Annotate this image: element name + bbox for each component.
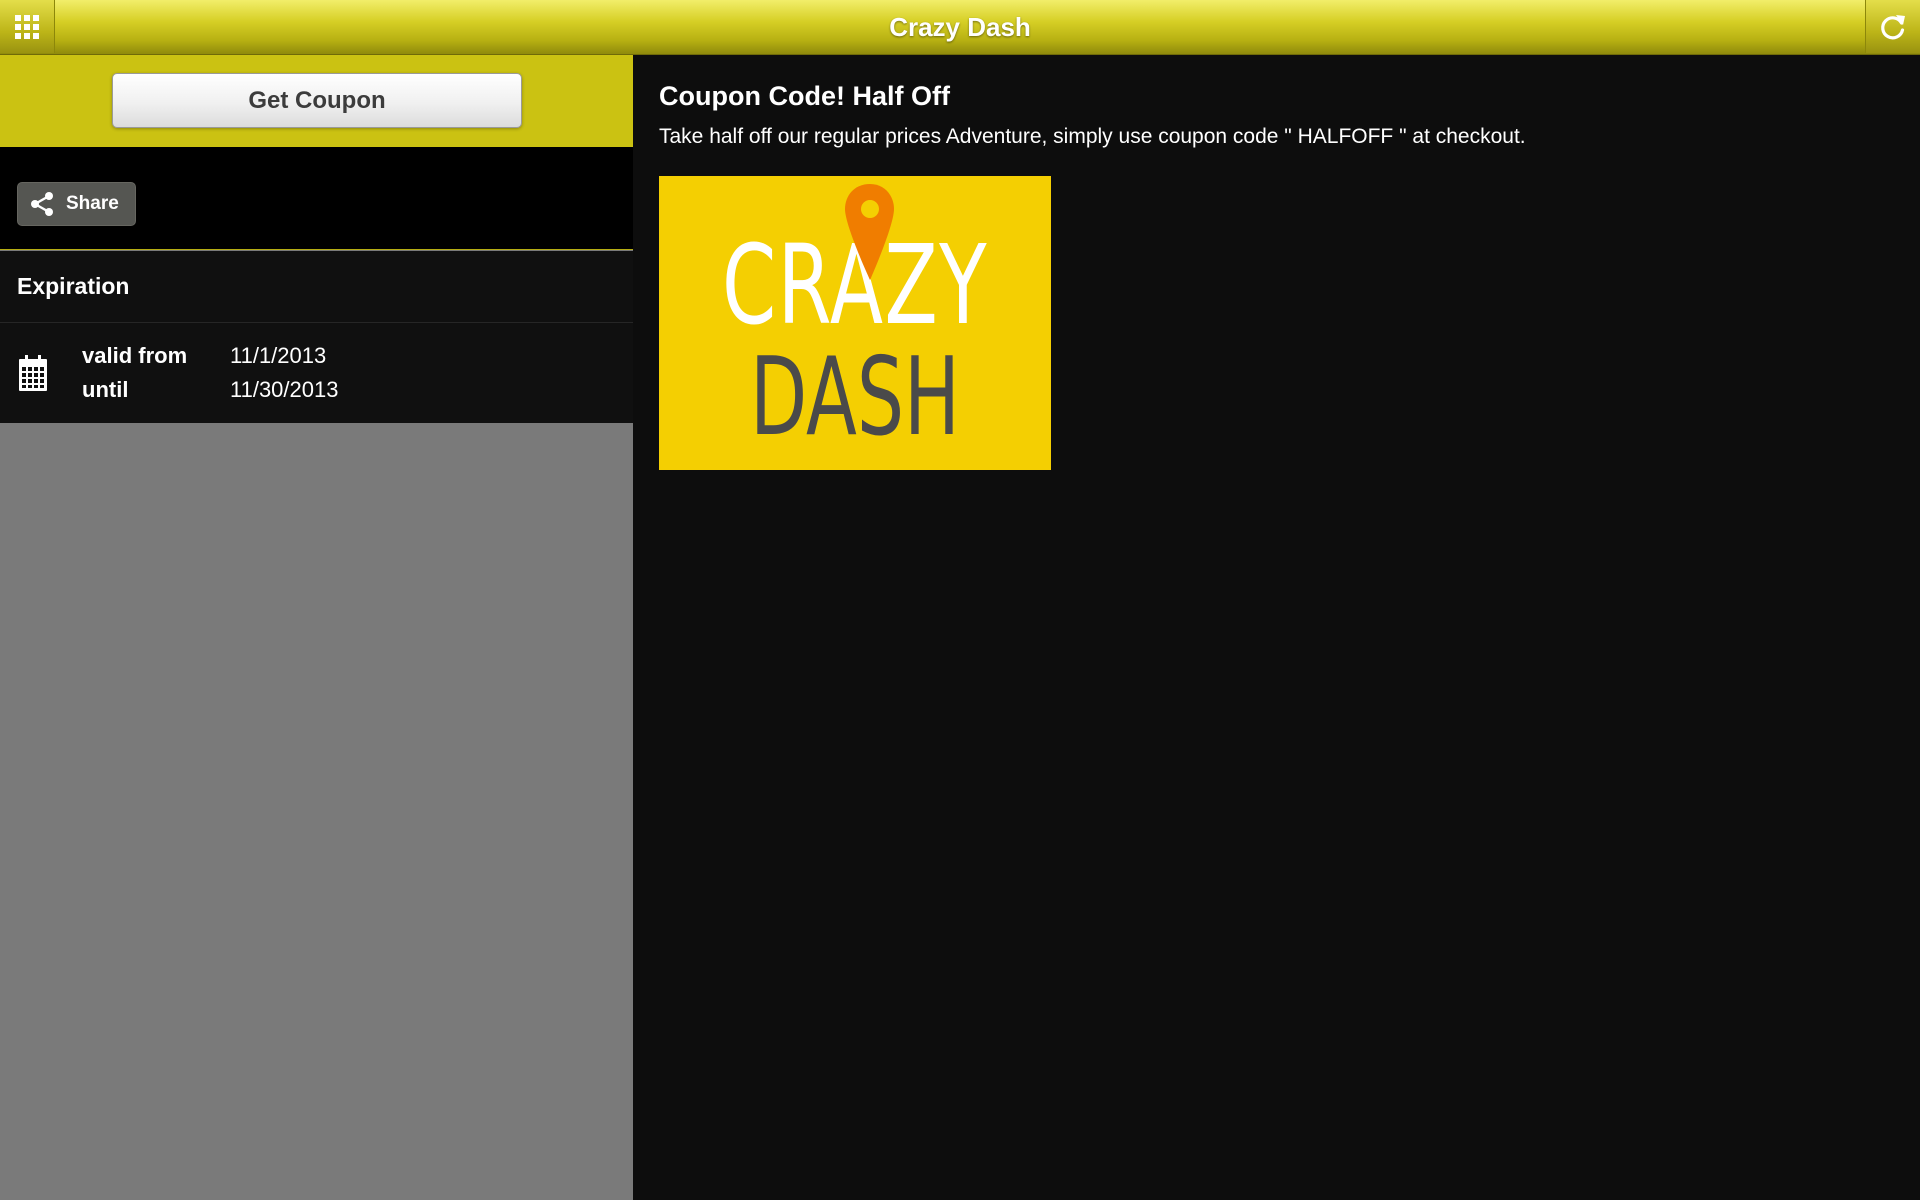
share-icon [31,192,53,216]
coupon-title: Coupon Code! Half Off [659,81,950,111]
crazy-dash-logo: CRAZY DASH [659,176,1051,470]
valid-from-label: valid from [82,343,188,368]
share-button[interactable]: Share [17,182,136,226]
expiration-details: valid from 11/1/2013 until 11/30/2013 [0,323,633,423]
share-label: Share [66,193,119,214]
valid-until-date: 11/30/2013 [230,377,339,402]
app-header: Crazy Dash [0,0,1920,55]
get-coupon-button[interactable]: Get Coupon [112,73,522,128]
refresh-button[interactable] [1865,0,1920,53]
share-bar: Share [0,147,633,250]
coupon-detail: Coupon Code! Half Off Take half off our … [633,55,1920,1200]
sidebar: Get Coupon Share Expiration valid from 1… [0,55,633,1200]
page-title: Crazy Dash [889,12,1031,42]
refresh-icon [1881,14,1905,39]
valid-from-date: 11/1/2013 [230,343,327,368]
coupon-description: Take half off our regular prices Adventu… [659,125,1526,148]
calendar-icon [19,355,47,391]
get-coupon-bar: Get Coupon [0,55,633,147]
valid-until-label: until [82,377,129,402]
expiration-heading: Expiration [0,251,633,323]
logo-text-dash: DASH [750,335,960,460]
